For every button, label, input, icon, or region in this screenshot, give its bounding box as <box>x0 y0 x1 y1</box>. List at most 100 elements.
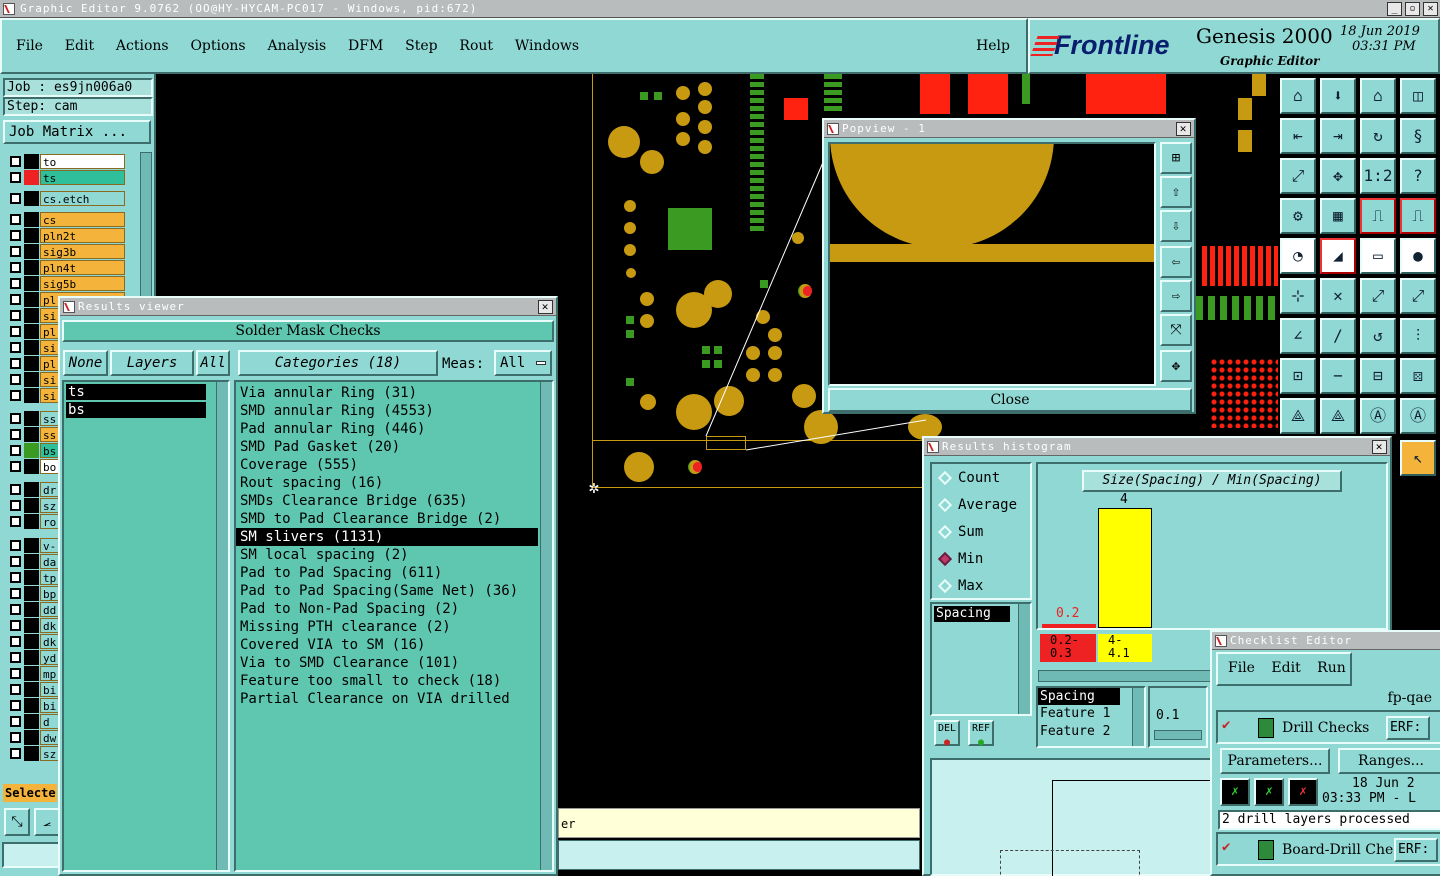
bin-high[interactable]: 4- 4.1 <box>1098 634 1152 662</box>
check-enabled-icon[interactable]: ✔ <box>1222 840 1236 854</box>
category-item[interactable]: SM slivers (1131) <box>236 528 538 546</box>
status-ok-icon[interactable]: ✗ <box>1220 778 1250 806</box>
category-item[interactable]: Pad to Pad Spacing(Same Net) (36) <box>236 582 538 600</box>
category-item[interactable]: SMD annular Ring (4553) <box>236 402 538 420</box>
layer-checkbox[interactable] <box>10 516 21 527</box>
menu-windows[interactable]: Windows <box>515 38 579 54</box>
dot-icon[interactable]: ● <box>1400 238 1436 274</box>
selected-button[interactable]: Selecte <box>3 784 57 802</box>
meas-dropdown[interactable]: All <box>494 350 552 376</box>
erf-button[interactable]: ERF: <box>1394 838 1438 862</box>
menu-options[interactable]: Options <box>190 38 245 54</box>
angle-icon[interactable]: ∠ <box>1280 318 1316 354</box>
anchor-2-icon[interactable]: Ⓐ <box>1400 398 1436 434</box>
undo-icon[interactable]: ↺ <box>1360 318 1396 354</box>
category-item[interactable]: Pad to Pad Spacing (611) <box>236 564 538 582</box>
pads-icon[interactable]: ⚄ <box>1400 358 1436 394</box>
menu-file[interactable]: File <box>16 38 43 54</box>
layer-checkbox[interactable] <box>10 342 21 353</box>
popview-canvas[interactable] <box>828 142 1156 386</box>
category-item[interactable]: Pad to Non-Pad Spacing (2) <box>236 600 538 618</box>
layer-results-list[interactable]: ts bs <box>62 380 230 872</box>
snap-left-icon[interactable]: ⇤ <box>1280 118 1316 154</box>
histogram-mode-min[interactable]: Min <box>936 549 983 569</box>
layer-checkbox[interactable] <box>10 390 21 401</box>
layer-row[interactable]: to <box>7 154 125 169</box>
close-icon[interactable]: ✕ <box>538 300 553 314</box>
menu-rout[interactable]: Rout <box>459 38 493 54</box>
layer-checkbox[interactable] <box>10 484 21 495</box>
layer-checkbox[interactable] <box>10 588 21 599</box>
pointer-tool-icon[interactable]: ↖ <box>1400 440 1436 476</box>
checklist-menu-file[interactable]: File <box>1228 660 1255 676</box>
menu-step[interactable]: Step <box>405 38 437 54</box>
layer-checkbox[interactable] <box>10 230 21 241</box>
result-layer-item[interactable]: ts <box>66 384 206 400</box>
triangle-icon[interactable]: ⟁ <box>1280 398 1316 434</box>
split-icon[interactable]: ◫ <box>1400 78 1436 114</box>
ranges-button[interactable]: Ranges... <box>1338 748 1440 774</box>
minus-icon[interactable]: − <box>1320 358 1356 394</box>
checklist-menu-run[interactable]: Run <box>1317 660 1346 676</box>
category-item[interactable]: Via to SMD Clearance (101) <box>236 654 538 672</box>
menu-help[interactable]: Help <box>976 38 1010 54</box>
pan-right-icon[interactable]: ⇨ <box>1160 280 1192 312</box>
layer-checkbox[interactable] <box>10 262 21 273</box>
layer-checkbox[interactable] <box>10 716 21 727</box>
layer-row[interactable]: cs.etch <box>7 191 125 206</box>
layer-checkbox[interactable] <box>10 620 21 631</box>
layer-checkbox[interactable] <box>10 214 21 225</box>
connect-icon[interactable]: ⊹ <box>1280 278 1316 314</box>
layer-down-icon[interactable]: ⬇ <box>1320 78 1356 114</box>
triangle-2-icon[interactable]: ⟁ <box>1320 398 1356 434</box>
layer-checkbox[interactable] <box>10 278 21 289</box>
settings-icon[interactable]: ⚙ <box>1280 198 1316 234</box>
category-item[interactable]: Covered VIA to SM (16) <box>236 636 538 654</box>
layer-checkbox[interactable] <box>10 540 21 551</box>
layer-checkbox[interactable] <box>10 748 21 759</box>
layer-checkbox[interactable] <box>10 172 21 183</box>
help-icon[interactable]: ? <box>1400 158 1436 194</box>
line-icon[interactable]: ⤢ <box>1360 278 1396 314</box>
measure-tool-icon[interactable]: ⦟ <box>34 808 60 836</box>
netlist-icon[interactable]: ⎍ <box>1360 198 1396 234</box>
layer-checkbox[interactable] <box>10 652 21 663</box>
layer-row[interactable]: ts <box>7 170 125 185</box>
layer-checkbox[interactable] <box>10 684 21 695</box>
pan-down-icon[interactable]: ⇩ <box>1160 210 1192 242</box>
layer-checkbox[interactable] <box>10 445 21 456</box>
bin-low[interactable]: 0.2- 0.3 <box>1040 634 1096 662</box>
close-window-button[interactable]: ✕ <box>1423 2 1438 16</box>
rotate-icon[interactable]: ↻ <box>1360 118 1396 154</box>
popview-close-button[interactable]: Close <box>828 388 1192 412</box>
zoom-tool-icon[interactable]: ⤡ <box>4 808 30 836</box>
layer-checkbox[interactable] <box>10 500 21 511</box>
layer-checkbox[interactable] <box>10 156 21 167</box>
categories-scrollbar[interactable] <box>540 382 552 870</box>
category-item[interactable]: SMD Pad Gasket (20) <box>236 438 538 456</box>
close-icon[interactable]: ✕ <box>1176 122 1191 136</box>
move-icon[interactable]: ✥ <box>1320 158 1356 194</box>
histogram-list-item[interactable]: Spacing <box>934 606 1010 622</box>
layer-checkbox[interactable] <box>10 700 21 711</box>
category-item[interactable]: Feature too small to check (18) <box>236 672 538 690</box>
status-warn-icon[interactable]: ✗ <box>1254 778 1284 806</box>
status-fail-icon[interactable]: ✗ <box>1288 778 1318 806</box>
checklist-menu-edit[interactable]: Edit <box>1271 660 1300 676</box>
category-item[interactable]: SM local spacing (2) <box>236 546 538 564</box>
ff-icon[interactable]: ⫶ <box>1400 318 1436 354</box>
snap-right-icon[interactable]: ⇥ <box>1320 118 1356 154</box>
arc-icon[interactable]: ⤢ <box>1400 278 1436 314</box>
scale-icon[interactable]: 1:2 <box>1360 158 1396 194</box>
feature-list[interactable]: Spacing Feature 1 Feature 2 <box>1036 686 1146 748</box>
pan-up-icon[interactable]: ⇧ <box>1160 176 1192 208</box>
layer-checkbox[interactable] <box>10 326 21 337</box>
none-button[interactable]: None <box>63 350 108 376</box>
histogram-mode-sum[interactable]: Sum <box>936 522 983 542</box>
layer-row[interactable]: sig3b <box>7 244 125 259</box>
grid-icon[interactable]: ▦ <box>1320 198 1356 234</box>
pan-left-icon[interactable]: ⇦ <box>1160 246 1192 278</box>
histogram-mode-count[interactable]: Count <box>936 468 1000 488</box>
category-item[interactable]: Coverage (555) <box>236 456 538 474</box>
slash-icon[interactable]: / <box>1320 318 1356 354</box>
